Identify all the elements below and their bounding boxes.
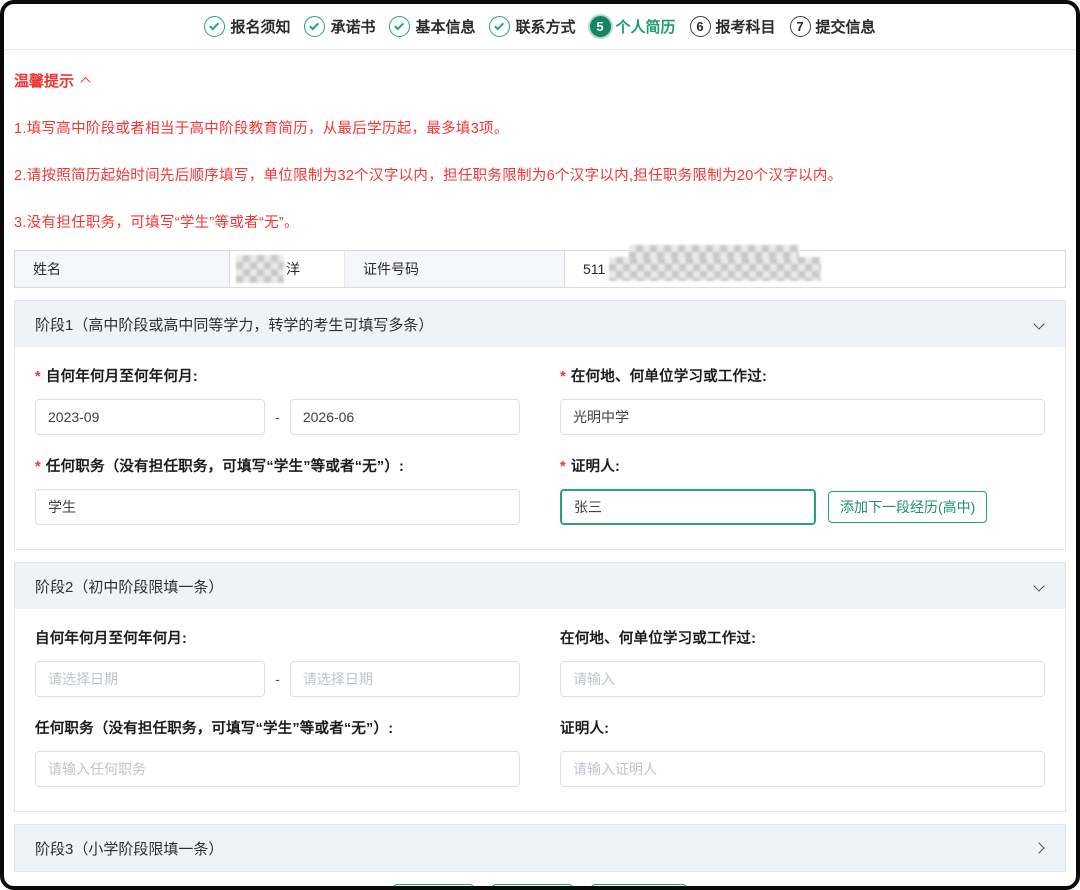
warm-notice-title-text: 温馨提示 <box>14 70 74 91</box>
stage2-header[interactable]: 阶段2（初中阶段限填一条） <box>15 563 1065 609</box>
stage2-place-input[interactable] <box>560 661 1045 697</box>
required-asterisk: * <box>560 459 566 475</box>
step-label: 个人简历 <box>616 16 676 37</box>
stage1-witness-input[interactable] <box>560 489 816 525</box>
step-number-badge: 6 <box>690 16 711 37</box>
place-label-text: 在何地、何单位学习或工作过: <box>571 369 767 385</box>
step-subjects[interactable]: 6 报考科目 <box>690 16 776 37</box>
stage1-period-to-input[interactable] <box>290 399 520 435</box>
redacted-id-blur-secondary <box>629 245 799 259</box>
step-label: 基本信息 <box>415 16 475 37</box>
step-label: 提交信息 <box>816 16 876 37</box>
stage2-witness-input[interactable] <box>560 751 1045 787</box>
stage3-header[interactable]: 阶段3（小学阶段限填一条） <box>15 825 1065 871</box>
exit-registration-button[interactable]: 退出报名 <box>591 884 687 890</box>
step-number-badge: 7 <box>790 16 811 37</box>
chevron-down-icon <box>1033 318 1044 329</box>
period-label-text: 自何年何月至何年何月: <box>46 369 198 385</box>
notice-line-2: 2.请按照简历起始时间先后顺序填写，单位限制为32个汉字以内，担任职务限制为6个… <box>14 164 1064 185</box>
step-label: 报考科目 <box>716 16 776 37</box>
name-value: 洋 <box>230 251 345 287</box>
chevron-right-icon <box>1033 842 1044 853</box>
redacted-name-blur <box>236 255 284 283</box>
stage2-period-to-input[interactable] <box>290 661 520 697</box>
step-contact[interactable]: 联系方式 <box>489 16 575 37</box>
stage2-place-field: 在何地、何单位学习或工作过: <box>560 627 1045 697</box>
name-label: 姓名 <box>15 251 230 287</box>
stage1-body: * 自何年何月至何年何月: - * 在何地、何单位学习或工作过: * 任何职务（没有担… <box>15 347 1065 549</box>
stage3-title: 阶段3（小学阶段限填一条） <box>35 838 223 859</box>
duty-label: * 任何职务（没有担任职务，可填写“学生”等或者“无”）: <box>35 455 520 476</box>
check-circle-icon <box>489 16 510 37</box>
chevron-up-icon <box>81 77 91 87</box>
required-asterisk: * <box>35 369 41 385</box>
date-separator: - <box>275 409 280 425</box>
step-navigation: 报名须知 承诺书 基本信息 联系方式 5 个人简历 6 报考科目 7 提交信息 <box>4 4 1076 50</box>
step-resume-current[interactable]: 5 个人简历 <box>590 16 676 37</box>
stage1-place-field: * 在何地、何单位学习或工作过: <box>560 365 1045 435</box>
witness-label: 证明人: <box>560 717 1045 738</box>
witness-label: * 证明人: <box>560 455 1045 476</box>
stage1-title: 阶段1（高中阶段或高中同等学力，转学的考生可填写多条） <box>35 314 433 335</box>
name-visible-text: 洋 <box>286 259 300 279</box>
notice-line-3: 3.没有担任职务，可填写“学生”等或者“无”。 <box>14 211 1064 232</box>
identity-row: 姓名 洋 证件号码 511 <box>14 250 1066 288</box>
check-icon <box>210 20 220 30</box>
duty-label: 任何职务（没有担任职务，可填写“学生”等或者“无”）: <box>35 717 520 738</box>
next-step-button[interactable]: 下一步 <box>492 884 573 890</box>
id-visible-text: 511 <box>583 261 605 277</box>
stage1-header[interactable]: 阶段1（高中阶段或高中同等学力，转学的考生可填写多条） <box>15 301 1065 347</box>
step-notice[interactable]: 报名须知 <box>204 16 290 37</box>
stage1-duty-field: * 任何职务（没有担任职务，可填写“学生”等或者“无”）: <box>35 455 520 525</box>
check-icon <box>310 20 320 30</box>
place-label: 在何地、何单位学习或工作过: <box>560 627 1045 648</box>
stage3-panel: 阶段3（小学阶段限填一条） <box>14 824 1066 872</box>
stage1-panel: 阶段1（高中阶段或高中同等学力，转学的考生可填写多条） * 自何年何月至何年何月:… <box>14 300 1066 550</box>
stage2-body: 自何年何月至何年何月: - 在何地、何单位学习或工作过: 任何职务（没有担任职务… <box>15 609 1065 811</box>
stage2-witness-field: 证明人: <box>560 717 1045 787</box>
step-basic-info[interactable]: 基本信息 <box>389 16 475 37</box>
place-label: * 在何地、何单位学习或工作过: <box>560 365 1045 386</box>
check-circle-icon <box>204 16 225 37</box>
previous-step-button[interactable]: 上一步 <box>393 884 474 890</box>
add-next-experience-button[interactable]: 添加下一段经历(高中) <box>828 491 987 523</box>
check-icon <box>495 20 505 30</box>
step-label: 联系方式 <box>515 16 575 37</box>
stage1-place-input[interactable] <box>560 399 1045 435</box>
duty-label-text: 任何职务（没有担任职务，可填写“学生”等或者“无”）: <box>46 459 404 475</box>
warm-notice-title[interactable]: 温馨提示 <box>14 70 1064 91</box>
stage2-panel: 阶段2（初中阶段限填一条） 自何年何月至何年何月: - 在何地、何单位学习或工作… <box>14 562 1066 812</box>
check-icon <box>395 20 405 30</box>
id-number-value: 511 <box>565 251 1065 287</box>
stage1-period-from-input[interactable] <box>35 399 265 435</box>
step-label: 报名须知 <box>230 16 290 37</box>
stage1-period-field: * 自何年何月至何年何月: - <box>35 365 520 435</box>
footer-actions: 上一步 下一步 退出报名 <box>4 872 1076 890</box>
redacted-id-blur <box>609 257 821 281</box>
registration-window: 报名须知 承诺书 基本信息 联系方式 5 个人简历 6 报考科目 7 提交信息 <box>0 0 1080 890</box>
warm-notice: 温馨提示 1.填写高中阶段或者相当于高中阶段教育简历，从最后学历起，最多填3项。… <box>4 50 1076 246</box>
step-label: 承诺书 <box>330 16 375 37</box>
required-asterisk: * <box>35 459 41 475</box>
witness-label-text: 证明人: <box>571 459 620 475</box>
check-circle-icon <box>304 16 325 37</box>
id-number-label: 证件号码 <box>345 251 565 287</box>
stage2-duty-field: 任何职务（没有担任职务，可填写“学生”等或者“无”）: <box>35 717 520 787</box>
stage2-duty-input[interactable] <box>35 751 520 787</box>
stage1-witness-field: * 证明人: 添加下一段经历(高中) <box>560 455 1045 525</box>
date-separator: - <box>275 671 280 687</box>
stage1-duty-input[interactable] <box>35 489 520 525</box>
check-circle-icon <box>389 16 410 37</box>
notice-line-1: 1.填写高中阶段或者相当于高中阶段教育简历，从最后学历起，最多填3项。 <box>14 117 1064 138</box>
step-number-badge: 5 <box>590 16 611 37</box>
stage2-title: 阶段2（初中阶段限填一条） <box>35 576 223 597</box>
stage2-period-from-input[interactable] <box>35 661 265 697</box>
chevron-down-icon <box>1033 580 1044 591</box>
step-submit[interactable]: 7 提交信息 <box>790 16 876 37</box>
stage2-period-field: 自何年何月至何年何月: - <box>35 627 520 697</box>
period-label: 自何年何月至何年何月: <box>35 627 520 648</box>
period-label: * 自何年何月至何年何月: <box>35 365 520 386</box>
step-commitment[interactable]: 承诺书 <box>304 16 375 37</box>
required-asterisk: * <box>560 369 566 385</box>
